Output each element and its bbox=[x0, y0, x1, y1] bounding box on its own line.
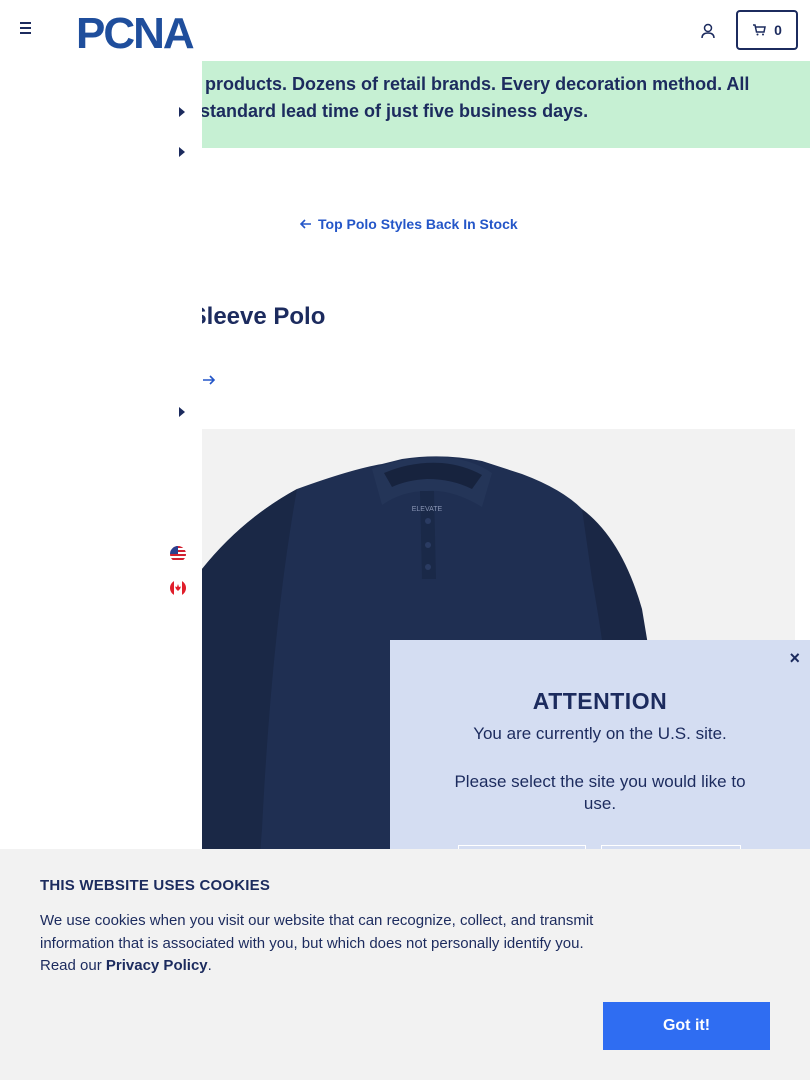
back-link-label: Top Polo Styles Back In Stock bbox=[318, 216, 518, 232]
got-it-button[interactable]: Got it! bbox=[603, 1002, 770, 1050]
attention-prompt: Please select the site you would like to… bbox=[454, 772, 746, 813]
cart-count: 0 bbox=[774, 22, 782, 38]
cart-icon bbox=[753, 24, 767, 36]
cookie-body: We use cookies when you visit our websit… bbox=[40, 910, 600, 978]
cookie-period: . bbox=[207, 957, 212, 974]
us-flag-icon[interactable] bbox=[170, 546, 186, 562]
banner-text: ls of products. Dozens of retail brands.… bbox=[163, 71, 803, 125]
arrow-right-icon[interactable] bbox=[202, 374, 216, 386]
banner-line-2: th a standard lead time of just five bus… bbox=[163, 101, 589, 121]
cookie-banner: THIS WEBSITE USES COOKIES We use cookies… bbox=[0, 849, 810, 1080]
cookie-title: THIS WEBSITE USES COOKIES bbox=[40, 877, 271, 894]
canada-flag-icon[interactable] bbox=[170, 580, 186, 596]
pcna-logo[interactable]: PCNA bbox=[76, 10, 224, 52]
caret-right-icon[interactable] bbox=[179, 147, 185, 157]
caret-right-icon[interactable] bbox=[179, 107, 185, 117]
hamburger-icon[interactable] bbox=[20, 22, 36, 38]
account-icon[interactable] bbox=[699, 22, 717, 40]
banner-line-1: ls of products. Dozens of retail brands.… bbox=[163, 74, 750, 94]
close-icon[interactable]: × bbox=[789, 648, 800, 669]
logo-text: PCNA bbox=[76, 10, 194, 52]
privacy-policy-link[interactable]: Privacy Policy bbox=[106, 957, 208, 974]
brand-mark: ELEVATE bbox=[412, 506, 443, 513]
caret-right-icon[interactable] bbox=[179, 407, 185, 417]
cart-button[interactable]: 0 bbox=[736, 10, 798, 50]
site-header: PCNA 0 bbox=[0, 0, 810, 61]
back-link[interactable]: Top Polo Styles Back In Stock bbox=[300, 216, 518, 232]
arrow-left-icon bbox=[300, 219, 311, 229]
attention-title: ATTENTION bbox=[532, 688, 668, 714]
attention-message: You are currently on the U.S. site. bbox=[473, 724, 727, 743]
